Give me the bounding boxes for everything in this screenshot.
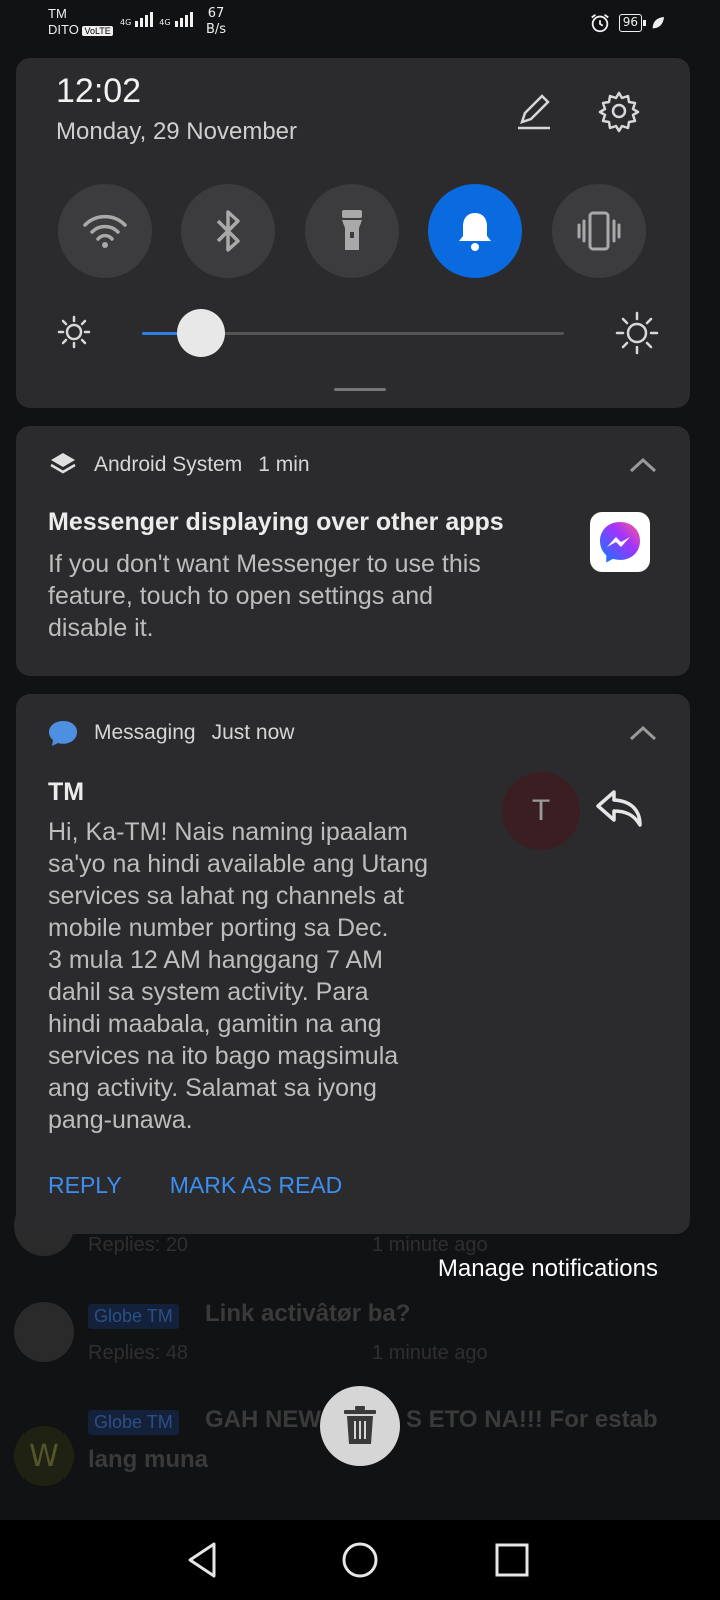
leaf-icon xyxy=(652,17,664,29)
messenger-icon xyxy=(590,512,650,572)
notification-body: If you don't want Messenger to use this … xyxy=(48,550,481,642)
notification-messaging[interactable]: Messaging Just now TM T Hi, Ka-TM! Nais … xyxy=(16,694,690,1234)
message-sender: TM xyxy=(48,778,85,806)
chevron-up-icon[interactable] xyxy=(628,454,658,476)
sender-avatar: T xyxy=(502,772,580,850)
bluetooth-toggle[interactable] xyxy=(181,184,275,278)
vibrate-icon xyxy=(577,211,621,251)
date[interactable]: Monday, 29 November xyxy=(56,118,297,146)
network-speed: 67 B/s xyxy=(206,6,227,37)
battery-icon: 96 xyxy=(618,14,647,32)
avatar xyxy=(14,1302,74,1362)
bluetooth-icon xyxy=(216,210,240,252)
signal-icon: 4G xyxy=(120,12,154,27)
brightness-slider-row xyxy=(56,308,659,358)
replies-count: Replies: 20 xyxy=(88,1234,189,1256)
back-icon[interactable] xyxy=(182,1538,226,1582)
post-title-line2: lang muna xyxy=(88,1446,209,1473)
notification-header: Messaging Just now xyxy=(48,718,294,748)
trash-icon xyxy=(344,1406,376,1444)
message-body: Hi, Ka-TM! Nais naming ipaalam sa'yo na … xyxy=(48,818,429,1134)
notification-header: Android System 1 min xyxy=(48,450,310,480)
reply-button[interactable]: REPLY xyxy=(48,1172,122,1199)
brightness-thumb[interactable] xyxy=(177,309,226,357)
status-bar: TM DITO VoLTE 4G 4G 67 B/s 96 xyxy=(0,0,720,48)
post-title-end: S ETO NA!!! For estab xyxy=(406,1406,658,1433)
vibrate-toggle[interactable] xyxy=(552,184,646,278)
status-icons-right: 96 xyxy=(589,12,666,34)
flashlight-toggle[interactable] xyxy=(305,184,399,278)
signal-icon: 4G xyxy=(159,12,193,27)
post-time: 1 minute ago xyxy=(372,1342,488,1364)
android-system-icon xyxy=(50,453,76,474)
notification-actions: REPLY MARK AS READ xyxy=(48,1172,342,1199)
navigation-bar xyxy=(0,1520,720,1600)
signal-icons: 4G 4G xyxy=(120,12,193,27)
brightness-high-icon xyxy=(615,311,659,355)
edit-icon[interactable] xyxy=(510,88,556,134)
flashlight-icon xyxy=(342,210,362,250)
notification-android-system[interactable]: Android System 1 min Messenger displayin… xyxy=(16,426,690,676)
brightness-low-icon xyxy=(57,315,91,349)
settings-gear-icon[interactable] xyxy=(596,88,642,134)
app-name: Messaging xyxy=(94,721,196,744)
messaging-app-icon xyxy=(49,721,77,746)
app-name: Android System xyxy=(94,453,243,476)
home-icon[interactable] xyxy=(338,1538,382,1582)
post-title: Link activâtør ba? xyxy=(205,1300,411,1327)
mark-as-read-button[interactable]: MARK AS READ xyxy=(170,1172,343,1199)
wifi-icon xyxy=(83,214,127,248)
notification-time: 1 min xyxy=(258,453,310,476)
post-title: GAH NEW xyxy=(205,1406,321,1433)
manage-notifications-link[interactable]: Manage notifications xyxy=(438,1255,658,1283)
volte-badge: VoLTE xyxy=(82,26,113,36)
carrier-secondary: DITO VoLTE xyxy=(48,22,113,37)
wifi-toggle[interactable] xyxy=(58,184,152,278)
carrier-primary: TM xyxy=(48,6,67,21)
clear-all-button[interactable] xyxy=(320,1386,400,1466)
replies-count: Replies: 48 xyxy=(88,1342,189,1364)
panel-drag-handle[interactable] xyxy=(334,388,386,391)
avatar: W xyxy=(14,1426,74,1486)
group-tag: Globe TM xyxy=(88,1410,179,1435)
post-time: 1 minute ago xyxy=(372,1234,488,1256)
notification-title: Messenger displaying over other apps xyxy=(48,508,504,536)
carrier-info: TM DITO VoLTE xyxy=(48,6,113,39)
recents-icon[interactable] xyxy=(490,1538,534,1582)
quick-settings-panel: 12:02 Monday, 29 November xyxy=(16,58,690,408)
reply-icon[interactable] xyxy=(594,788,644,830)
bell-icon xyxy=(459,213,491,251)
clock[interactable]: 12:02 xyxy=(56,72,141,111)
group-tag: Globe TM xyxy=(88,1304,179,1329)
sound-toggle[interactable] xyxy=(428,184,522,278)
chevron-up-icon[interactable] xyxy=(628,722,658,744)
brightness-slider[interactable] xyxy=(142,309,564,357)
notification-time: Just now xyxy=(211,721,295,744)
alarm-icon xyxy=(590,14,609,33)
